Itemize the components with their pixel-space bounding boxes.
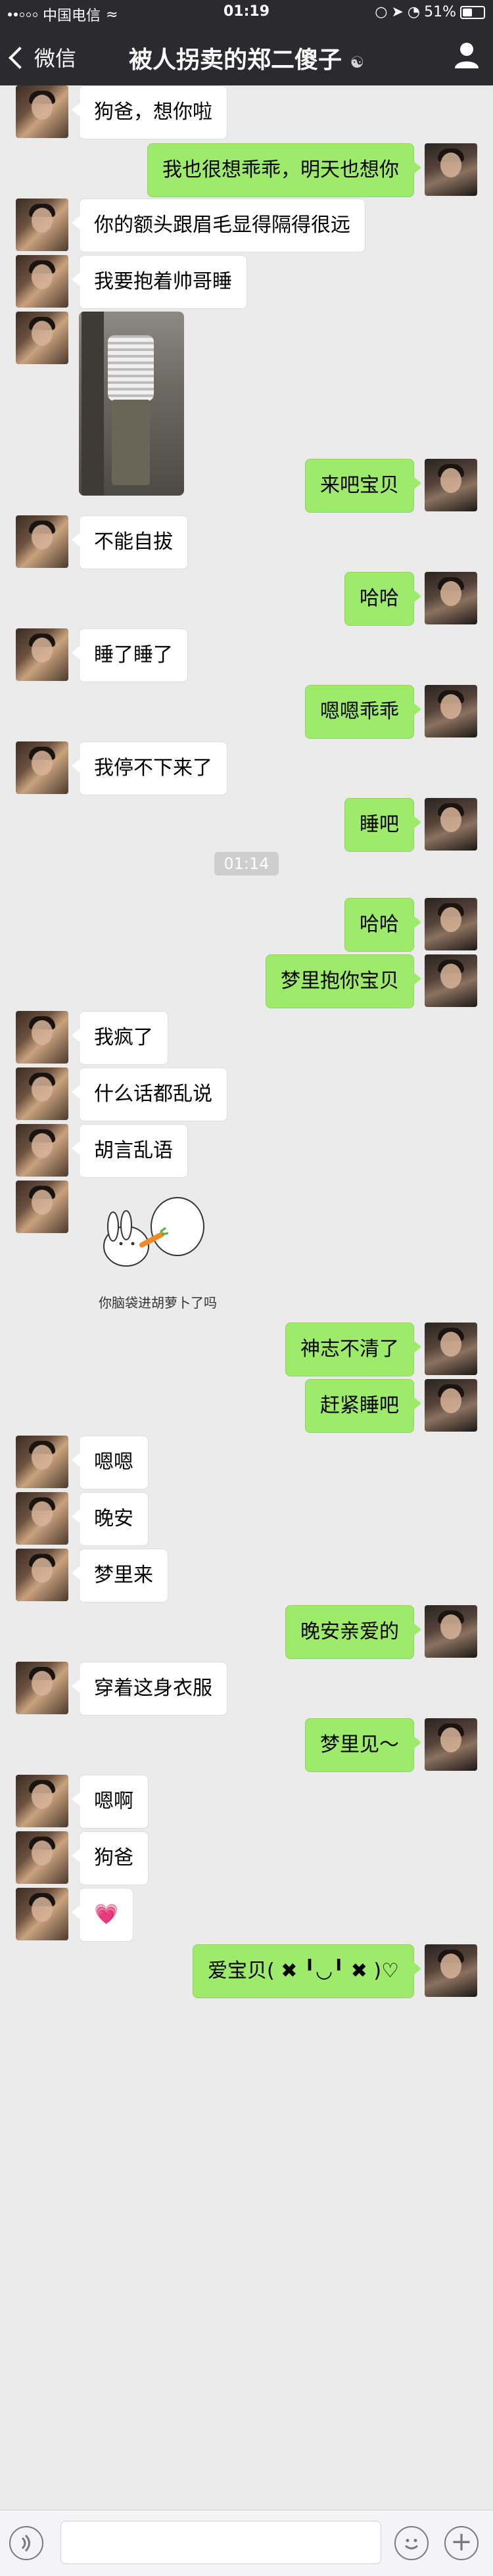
sticker-message[interactable]: 你脑袋进胡萝卜了吗 — [79, 1181, 237, 1312]
voice-button[interactable] — [9, 2526, 43, 2560]
outgoing-message-bubble[interactable]: 睡吧 — [344, 798, 421, 852]
sticker-caption: 你脑袋进胡萝卜了吗 — [99, 1295, 217, 1311]
timestamp-divider: 01:14 — [0, 852, 493, 876]
incoming-message-bubble[interactable]: 我疯了 — [72, 1011, 168, 1065]
location-icon: ➤ — [391, 4, 404, 20]
chat-title-text: 被人拐卖的郑二傻子 — [128, 47, 342, 74]
outgoing-message-bubble[interactable]: 梦里见～ — [305, 1718, 421, 1772]
contact-avatar[interactable] — [16, 1011, 68, 1064]
incoming-message-bubble[interactable]: 不能自拔 — [72, 515, 188, 569]
incoming-message-bubble[interactable]: 嗯嗯 — [72, 1436, 149, 1489]
contact-avatar[interactable] — [16, 1181, 68, 1233]
outgoing-message-bubble[interactable]: 哈哈 — [344, 572, 421, 626]
my-avatar[interactable] — [425, 143, 477, 196]
my-avatar[interactable] — [425, 1323, 477, 1375]
contact-avatar[interactable] — [16, 85, 68, 138]
outgoing-message-bubble[interactable]: 神志不清了 — [285, 1323, 421, 1376]
message-input[interactable] — [60, 2521, 381, 2564]
contact-avatar[interactable] — [16, 1831, 68, 1884]
more-button[interactable]: + — [444, 2526, 479, 2560]
status-right: ○ ➤ ◔ 51% — [375, 4, 485, 20]
incoming-message-bubble[interactable]: 💗 — [71, 1888, 134, 1942]
battery-percent: 51% — [424, 4, 456, 20]
profile-button[interactable] — [454, 41, 480, 70]
outgoing-message-bubble[interactable]: 嗯嗯乖乖 — [305, 685, 421, 739]
outgoing-message-bubble[interactable]: 晚安亲爱的 — [285, 1605, 421, 1659]
my-avatar[interactable] — [425, 459, 477, 511]
my-avatar[interactable] — [425, 898, 477, 950]
plus-icon: + — [450, 2527, 473, 2557]
incoming-message-bubble[interactable]: 穿着这身衣服 — [72, 1662, 227, 1716]
incoming-message-bubble[interactable]: 晚安 — [72, 1492, 149, 1546]
contact-avatar[interactable] — [16, 1492, 68, 1545]
ear-icon: ☯ — [350, 53, 365, 72]
photo-message[interactable] — [79, 312, 184, 496]
incoming-message-bubble[interactable]: 睡了睡了 — [72, 628, 188, 682]
contact-avatar[interactable] — [16, 1124, 68, 1177]
contact-avatar[interactable] — [16, 1888, 68, 1940]
my-avatar[interactable] — [425, 1718, 477, 1771]
incoming-message-bubble[interactable]: 狗爸，想你啦 — [72, 85, 227, 139]
contact-avatar[interactable] — [16, 312, 68, 364]
voice-icon — [21, 2534, 30, 2552]
outgoing-message-bubble[interactable]: 梦里抱你宝贝 — [266, 954, 421, 1008]
my-avatar[interactable] — [425, 685, 477, 738]
contact-avatar[interactable] — [16, 1775, 68, 1827]
my-avatar[interactable] — [425, 954, 477, 1007]
my-avatar[interactable] — [425, 1379, 477, 1432]
incoming-message-bubble[interactable]: 我停不下来了 — [72, 741, 227, 795]
outgoing-message-bubble[interactable]: 来吧宝贝 — [305, 459, 421, 513]
timestamp-label: 01:14 — [214, 852, 279, 876]
contact-avatar[interactable] — [16, 255, 68, 308]
person-icon — [455, 43, 479, 68]
contact-avatar[interactable] — [16, 1067, 68, 1120]
outgoing-message-bubble[interactable]: 哈哈 — [344, 898, 421, 952]
contact-avatar[interactable] — [16, 628, 68, 681]
incoming-message-bubble[interactable]: 我要抱着帅哥睡 — [72, 255, 247, 309]
incoming-message-bubble[interactable]: 你的额头跟眉毛显得隔得很远 — [72, 199, 365, 252]
smiley-icon — [405, 2539, 418, 2550]
contact-avatar[interactable] — [16, 199, 68, 251]
my-avatar[interactable] — [425, 798, 477, 851]
chat-title: 被人拐卖的郑二傻子 ☯ — [0, 41, 493, 75]
contact-avatar[interactable] — [16, 1662, 68, 1714]
incoming-message-bubble[interactable]: 梦里来 — [72, 1549, 168, 1603]
contact-avatar[interactable] — [16, 1549, 68, 1601]
input-bar: + — [0, 2510, 493, 2576]
clock-icon: ◔ — [407, 4, 421, 20]
incoming-message-bubble[interactable]: 嗯啊 — [72, 1775, 149, 1829]
emoji-button[interactable] — [394, 2526, 429, 2560]
incoming-message-bubble[interactable]: 胡言乱语 — [72, 1124, 188, 1178]
my-avatar[interactable] — [425, 1944, 477, 1997]
my-avatar[interactable] — [425, 1605, 477, 1658]
chat-area[interactable]: 狗爸，想你啦 我也很想乖乖，明天也想你 你的额头跟眉毛显得隔得很远 我要抱着帅哥睡来吧… — [0, 85, 493, 2510]
alarm-icon: ○ — [375, 4, 388, 20]
outgoing-message-bubble[interactable]: 我也很想乖乖，明天也想你 — [147, 143, 421, 197]
contact-avatar[interactable] — [16, 515, 68, 568]
outgoing-message-bubble[interactable]: 赶紧睡吧 — [305, 1379, 421, 1433]
incoming-message-bubble[interactable]: 狗爸 — [72, 1831, 149, 1885]
bunny-carrot-sticker — [103, 1197, 204, 1267]
nav-bar: 微信 被人拐卖的郑二傻子 ☯ — [0, 26, 493, 85]
battery-icon — [460, 5, 485, 19]
contact-avatar[interactable] — [16, 1436, 68, 1488]
status-bar: 中国电信 ≈ 01:19 ○ ➤ ◔ 51% — [0, 0, 493, 26]
incoming-message-bubble[interactable]: 什么话都乱说 — [72, 1067, 227, 1121]
my-avatar[interactable] — [425, 572, 477, 624]
outgoing-message-bubble[interactable]: 爱宝贝( ✖ ╹◡╹ ✖ )♡ — [192, 1944, 422, 1998]
contact-avatar[interactable] — [16, 741, 68, 794]
